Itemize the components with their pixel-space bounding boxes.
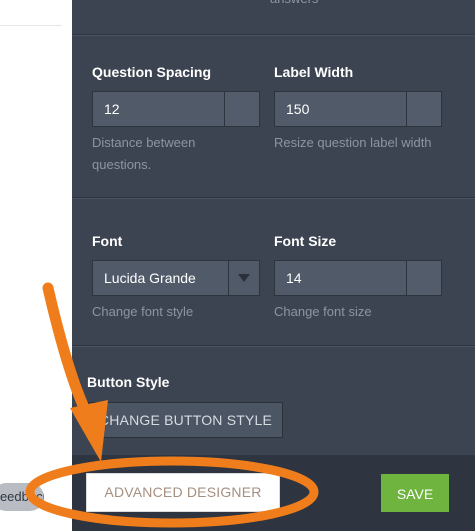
- question-spacing-help: Distance between questions.: [92, 135, 196, 172]
- section-divider: [72, 345, 475, 346]
- section-divider: [72, 34, 475, 35]
- chevron-down-icon[interactable]: [228, 261, 259, 295]
- font-size-value: 14: [286, 270, 302, 286]
- label-width-input[interactable]: 150: [274, 91, 442, 127]
- page: Feedback answers Question Spacing 12 Dis…: [0, 0, 475, 531]
- font-select-value: Lucida Grande: [104, 270, 196, 286]
- font-size-title: Font Size: [274, 233, 337, 249]
- truncated-help-text: answers: [270, 0, 318, 6]
- question-spacing-stepper[interactable]: [224, 92, 259, 126]
- font-size-help: Change font size: [274, 304, 372, 319]
- button-style-title: Button Style: [87, 374, 170, 390]
- label-width-stepper[interactable]: [406, 92, 441, 126]
- question-spacing-title: Question Spacing: [92, 64, 212, 80]
- font-select[interactable]: Lucida Grande: [92, 260, 260, 296]
- label-width-title: Label Width: [274, 64, 354, 80]
- advanced-designer-button[interactable]: ADVANCED DESIGNER: [86, 473, 280, 512]
- section-divider: [72, 197, 475, 198]
- label-width-value: 150: [286, 101, 310, 117]
- background-page-area: [0, 0, 72, 531]
- save-button[interactable]: SAVE: [381, 474, 449, 512]
- font-title: Font: [92, 233, 123, 249]
- font-size-input[interactable]: 14: [274, 260, 442, 296]
- font-size-stepper[interactable]: [406, 261, 441, 295]
- feedback-tab[interactable]: Feedback: [0, 483, 44, 511]
- divider: [0, 25, 62, 26]
- question-spacing-input[interactable]: 12: [92, 91, 260, 127]
- change-button-style-button[interactable]: CHANGE BUTTON STYLE: [88, 402, 283, 438]
- form-designer-panel: answers Question Spacing 12 Distance bet…: [72, 0, 475, 531]
- font-help: Change font style: [92, 304, 194, 319]
- label-width-help: Resize question label width: [274, 135, 432, 150]
- question-spacing-value: 12: [104, 101, 120, 117]
